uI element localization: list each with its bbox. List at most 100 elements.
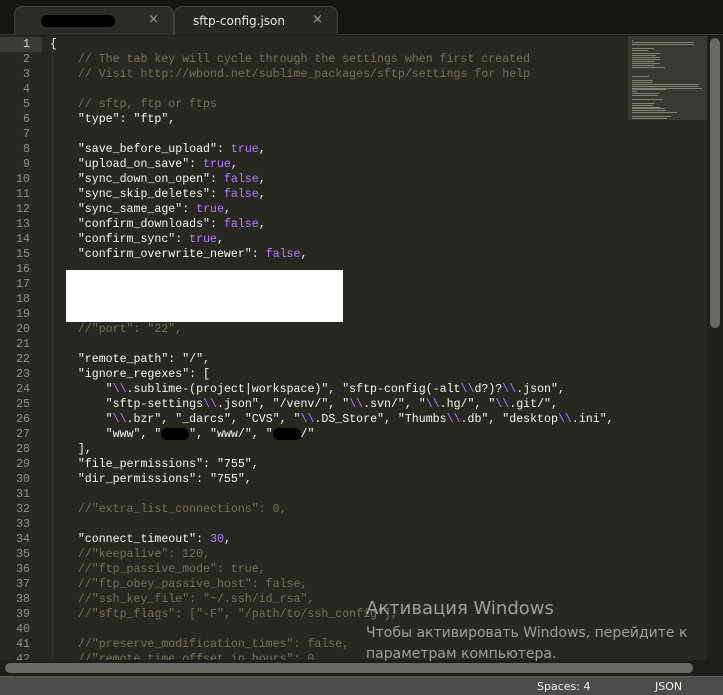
text-token: .json", "/venv/", ": [216, 398, 350, 411]
text-token: .db", "desktop: [460, 413, 558, 426]
minimap-line: [632, 55, 657, 57]
minimap-line: [632, 81, 653, 83]
escape-token: \\: [349, 398, 364, 411]
literal-token: false: [223, 218, 259, 231]
minimap-line: [632, 47, 654, 49]
close-tab-icon[interactable]: ×: [312, 12, 323, 27]
escape-token: \\: [203, 398, 217, 411]
code-line: "type": "ftp",: [50, 112, 175, 127]
code-line: "sync_skip_deletes": false,: [50, 187, 266, 202]
line-number: 4: [23, 83, 30, 96]
line-number-gutter: 1 2 3 4 5 6 7 8 9 10 11 12 13 14 15 16 17 18 19 20 21 22 23 24 2…: [0, 36, 42, 660]
text-token: ,: [230, 158, 238, 171]
line-number: 40: [16, 623, 30, 636]
minimap-line: [632, 60, 656, 62]
line-number: 22: [16, 353, 30, 366]
literal-token: false: [265, 248, 301, 261]
line-number: 5: [23, 98, 30, 111]
minimap-line: [632, 83, 699, 85]
minimap-line: [632, 117, 668, 119]
line-number: 10: [16, 173, 30, 186]
literal-token: true: [230, 143, 259, 156]
comment-token: //"ftp_passive_mode": true,: [50, 563, 266, 576]
text-token: "connect_timeout":: [50, 533, 211, 546]
text-token: ,: [258, 188, 266, 201]
minimap-line: [632, 112, 677, 114]
line-number: 41: [16, 638, 30, 651]
text-token: "sync_same_age":: [50, 203, 197, 216]
text-token: ,: [217, 233, 224, 246]
tab-bar: × sftp-config.json ×: [0, 0, 723, 35]
syntax-setting[interactable]: JSON: [655, 680, 682, 693]
minimap-line: [632, 93, 659, 95]
line-number: 31: [16, 488, 30, 501]
code-line: " \\.sublime-(project|workspace)", "sftp-…: [50, 382, 565, 397]
line-number: 26: [16, 413, 30, 426]
line-number: 21: [16, 338, 30, 351]
text-token: ", "www/", ": [189, 428, 273, 441]
minimap-line: [632, 66, 666, 68]
line-number: 27: [16, 428, 30, 441]
code-line: //"remote_time_offset_in_hours": 0,: [50, 652, 322, 660]
line-number: 2: [23, 53, 30, 66]
indentation-setting[interactable]: Spaces: 4: [537, 680, 590, 693]
escape-token: \\: [460, 383, 475, 396]
close-tab-icon[interactable]: ×: [148, 12, 159, 27]
text-token: ": [50, 383, 113, 396]
line-number: 16: [16, 263, 30, 276]
line-number: 15: [16, 248, 30, 261]
code-editor[interactable]: 1 2 3 4 5 6 7 8 9 10 11 12 13 14 15 16 17 18 19 20 21 22 23 24 2…: [0, 36, 707, 660]
watermark-line2: параметрам компьютера.: [366, 646, 557, 662]
tab-sftp-config[interactable]: sftp-config.json ×: [174, 6, 338, 35]
line-number: 42: [16, 653, 30, 660]
line-number: 36: [16, 563, 30, 576]
tab-redacted[interactable]: ×: [14, 6, 174, 35]
text-token: ,: [258, 173, 266, 186]
minimap-line: [632, 95, 659, 97]
comment-token: //"port": "22",: [50, 323, 183, 336]
text-token: "www", ": [50, 428, 162, 441]
text-token: ,: [300, 248, 308, 261]
escape-token: \\: [557, 413, 572, 426]
line-number: 8: [23, 143, 30, 156]
minimap-line: [632, 116, 671, 117]
text-token: ,: [223, 203, 231, 216]
minimap-line: [632, 102, 656, 104]
line-number: 33: [16, 518, 30, 531]
text-token: .bzr", "_darcs", "CVS", ": [126, 413, 301, 426]
code-line: "upload_on_save": true,: [50, 157, 238, 172]
line-number: 28: [16, 443, 30, 456]
comment-token: //"remote_time_offset_in_hours": 0,: [50, 653, 322, 660]
literal-token: false: [223, 188, 259, 201]
code-line: "ignore_regexes": [: [50, 367, 210, 382]
code-line: // The tab key will cycle through the se…: [50, 52, 530, 67]
text-token: {: [50, 38, 57, 51]
redacted-token: xxxx: [161, 427, 190, 440]
line-number: 34: [16, 533, 30, 546]
text-token: "ignore_regexes": [: [50, 368, 211, 381]
literal-token: true: [196, 203, 224, 216]
text-token: .json",: [516, 383, 565, 396]
minimap-line: [632, 57, 660, 59]
comment-token: // The tab key will cycle through the se…: [50, 53, 531, 66]
redacted-tab-label: [41, 15, 115, 27]
minimap-line: [632, 79, 653, 81]
text-token: d?)?: [474, 383, 503, 396]
text-token: "sftp-settings: [50, 398, 204, 411]
minimap-line: [632, 59, 660, 60]
minimap-line: [632, 85, 698, 87]
code-line: "\\.bzr", "_darcs", "CVS", "\\.DS_Store"…: [50, 412, 614, 427]
text-token: "sync_down_on_open":: [50, 173, 224, 186]
text-token: ,: [258, 218, 266, 231]
code-line: "confirm_sync": true,: [50, 232, 224, 247]
text-token: .git/",: [509, 398, 558, 411]
text-token: .sublime-(project|workspace)", "sftp-con…: [126, 383, 461, 396]
code-line: {: [50, 37, 57, 52]
comment-token: //"ssh_key_file": "~/.ssh/id_rsa",: [50, 593, 315, 606]
minimap[interactable]: [628, 36, 707, 120]
line-number: 13: [16, 218, 30, 231]
text-token: ": [50, 413, 113, 426]
vertical-scroll-thumb[interactable]: [710, 38, 720, 328]
comment-token: // sftp, ftp or ftps: [50, 98, 217, 111]
vertical-scrollbar[interactable]: [708, 36, 723, 660]
